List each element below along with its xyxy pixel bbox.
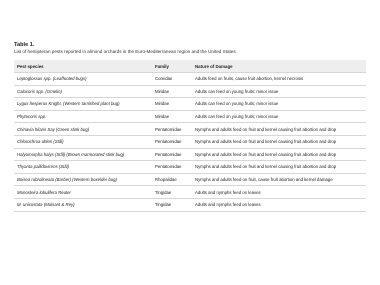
cell-species: Boisea rubrolineata (Barber) (Western bo… [14,172,152,186]
cell-species: Calocoris spp. (Gmelin) [14,84,152,98]
table-container: Table 1. List of hemipteran pests report… [14,42,366,212]
cell-damage: Nymphs and adults feed on fruit and kern… [192,147,366,161]
cell-family: Pentatomidae [152,160,192,174]
pest-table: Pest species Family Nature of Damage Lep… [14,60,366,212]
table-row: Leptoglossus spp. (Leaffooted bugs) Core… [14,72,366,86]
table-header-row: Pest species Family Nature of Damage [14,60,366,73]
cell-damage: Adults can feed on young fruits; minor i… [192,97,366,111]
cell-species: Leptoglossus spp. (Leaffooted bugs) [14,72,152,86]
table-row: Chinavia hilaris Say (Green stink bug) P… [14,122,366,136]
cell-damage: Nymphs and adults feed on fruit and kern… [192,122,366,136]
header-family: Family [152,60,192,73]
cell-family: Tingidae [152,197,192,212]
cell-family: Pentatomidae [152,122,192,136]
cell-species: M. unicostata (Mulsant & Rey) [14,197,152,212]
cell-species: Monosteira lobulifera Reuter [14,185,152,199]
cell-family: Pentatomidae [152,134,192,149]
cell-damage: Nymphs and adults feed on fruit and kern… [192,134,366,149]
cell-species: Lygus hesperus Knight, (Western tarnishe… [14,97,152,111]
cell-damage: Adults and nymphs feed on leaves [192,197,366,212]
table-row: Lygus hesperus Knight, (Western tarnishe… [14,97,366,111]
cell-species: Phytocoris spp. [14,109,152,123]
cell-species: Chinavia hilaris Say (Green stink bug) [14,122,152,136]
header-nature-of-damage: Nature of Damage [192,60,366,73]
table-row: Monosteira lobulifera Reuter Tingidae Ad… [14,185,366,199]
cell-family: Miridae [152,84,192,98]
table-row: Halyomorpha halys (Stål) (Brown marmorat… [14,147,366,161]
cell-family: Rhopalidae [152,172,192,186]
table-title: Table 1. [14,42,35,48]
cell-family: Tingidae [152,185,192,199]
table-row: Phytocoris spp. Miridae Adults can feed … [14,109,366,123]
cell-damage: Nymphs and adults feed on fruit and kern… [192,160,366,174]
cell-damage: Adults can feed on young fruits; minor i… [192,109,366,123]
cell-species: Thyanta pallidovirens (Stål) [14,160,152,174]
table-row: M. unicostata (Mulsant & Rey) Tingidae A… [14,197,366,212]
table-caption: List of hemipteran pests reported in alm… [14,49,236,54]
cell-family: Miridae [152,109,192,123]
table-row: Calocoris spp. (Gmelin) Miridae Adults c… [14,84,366,98]
cell-species: Halyomorpha halys (Stål) (Brown marmorat… [14,147,152,161]
cell-species: Chlorochroa uhleri (Stål) [14,134,152,149]
cell-damage: Nymphs and adults feed on fruit, cause f… [192,172,366,186]
header-pest-species: Pest species [14,60,152,73]
cell-damage: Adults can feed on young fruits; minor i… [192,84,366,98]
cell-damage: Adults and nymphs feed on leaves [192,185,366,199]
table-row: Chlorochroa uhleri (Stål) Pentatomidae N… [14,134,366,149]
cell-family: Pentatomidae [152,147,192,161]
table-row: Thyanta pallidovirens (Stål) Pentatomida… [14,160,366,174]
cell-damage: Adults feed on fruits, cause fruit abort… [192,72,366,86]
table-row: Boisea rubrolineata (Barber) (Western bo… [14,172,366,186]
cell-family: Miridae [152,97,192,111]
cell-family: Coreidae [152,72,192,86]
